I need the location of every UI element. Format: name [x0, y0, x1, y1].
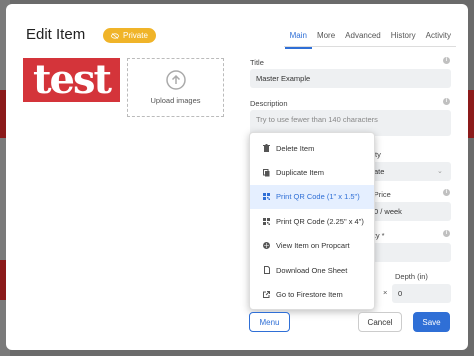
dimension-separator: × — [383, 288, 388, 297]
description-info-icon[interactable]: i — [443, 98, 450, 105]
menu-item-download-sheet[interactable]: Download One Sheet — [250, 258, 374, 282]
tabs-divider — [284, 46, 456, 47]
title-info-icon[interactable]: i — [443, 57, 450, 64]
trash-icon — [263, 144, 270, 153]
menu-item-label: Duplicate Item — [276, 168, 324, 178]
copy-icon — [263, 168, 270, 177]
cancel-button[interactable]: Cancel — [358, 312, 402, 332]
menu-item-label: View Item on Propcart — [276, 241, 350, 251]
qr-code-icon — [263, 217, 270, 225]
modal-header: Edit Item Private Main More Advanced His… — [6, 4, 468, 49]
background-stripe — [468, 90, 474, 138]
description-label: Description — [250, 99, 288, 108]
price-info-icon[interactable]: i — [443, 189, 450, 196]
external-link-icon — [263, 291, 270, 299]
upload-images-dropzone[interactable]: Upload images — [127, 58, 224, 117]
menu-item-label: Download One Sheet — [276, 265, 348, 275]
menu-item-print-qr-small[interactable]: Print QR Code (1" x 1.5") — [250, 184, 374, 210]
item-image[interactable]: test — [23, 58, 120, 102]
menu-item-label: Print QR Code (1" x 1.5") — [276, 192, 360, 202]
price-input[interactable]: 0 / week — [368, 202, 451, 221]
quantity-input[interactable] — [368, 243, 451, 262]
menu-item-view-propcart[interactable]: View Item on Propcart — [250, 234, 374, 258]
save-button[interactable]: Save — [413, 312, 450, 332]
page-title: Edit Item — [26, 26, 86, 43]
depth-label: Depth (in) — [395, 272, 428, 281]
upload-arrow-icon — [165, 70, 186, 90]
edit-item-modal: Edit Item Private Main More Advanced His… — [6, 4, 468, 350]
eye-off-icon — [111, 32, 119, 39]
visibility-value: ate — [374, 167, 385, 176]
document-icon — [263, 266, 270, 275]
menu-item-label: Delete Item — [276, 143, 315, 153]
menu-item-firestore[interactable]: Go to Firestore Item — [250, 282, 374, 306]
menu-button[interactable]: Menu — [249, 312, 290, 332]
title-input[interactable]: Master Example — [250, 69, 451, 88]
item-actions-menu: Delete Item Duplicate Item Print QR Code… — [249, 132, 375, 310]
menu-item-label: Go to Firestore Item — [276, 290, 343, 300]
menu-item-label: Print QR Code (2.25" x 4") — [276, 216, 364, 226]
menu-item-print-qr-large[interactable]: Print QR Code (2.25" x 4") — [250, 209, 374, 233]
logo-text: test — [33, 56, 112, 103]
depth-input[interactable]: 0 — [392, 284, 451, 303]
chevron-down-icon: ⌄ — [437, 168, 443, 175]
qr-code-icon — [263, 193, 270, 201]
upload-label: Upload images — [150, 96, 201, 105]
title-label: Title — [250, 58, 264, 67]
menu-item-delete[interactable]: Delete Item — [250, 136, 374, 160]
quantity-info-icon[interactable]: i — [443, 230, 450, 237]
privacy-badge[interactable]: Private — [103, 28, 156, 43]
privacy-badge-label: Private — [123, 31, 148, 40]
menu-item-duplicate[interactable]: Duplicate Item — [250, 160, 374, 184]
globe-icon — [263, 242, 270, 250]
